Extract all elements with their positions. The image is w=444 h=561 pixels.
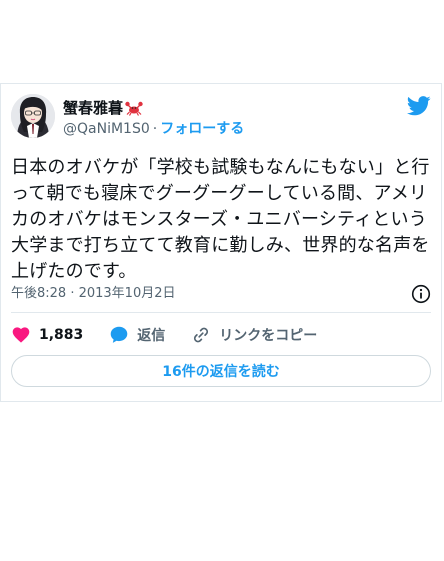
like-count: 1,883 <box>39 327 84 343</box>
handle-row: @QaNiM1S0 · フォローする <box>63 120 244 138</box>
reply-label: 返信 <box>137 328 166 344</box>
author-info: 蟹春雅暮 @QaNiM1S0 · フォローする <box>63 98 244 138</box>
copy-link-label: リンクをコピー <box>219 328 318 344</box>
reply-button[interactable]: 返信 <box>109 325 165 345</box>
info-icon[interactable] <box>411 284 431 304</box>
author-handle[interactable]: @QaNiM1S0 <box>63 121 150 137</box>
author-display-name: 蟹春雅暮 <box>63 99 124 117</box>
twitter-bird-icon[interactable] <box>407 96 431 116</box>
copy-link-button[interactable]: リンクをコピー <box>191 325 317 345</box>
tweet-text: 日本のオバケが「学校も試験もなんにもない」と行って朝でも寝床でグーグーグーしてい… <box>11 157 430 282</box>
like-button[interactable]: 1,883 <box>11 325 83 345</box>
link-icon <box>194 327 209 343</box>
follow-button[interactable]: フォローする <box>160 121 244 137</box>
crab-icon <box>125 101 143 116</box>
tweet-card: 蟹春雅暮 @QaNiM1S0 · フォローする 日本のオバケが「学校も試験もなんにも… <box>0 83 442 402</box>
heart-icon <box>12 327 30 343</box>
author-display-name-row[interactable]: 蟹春雅暮 <box>63 98 244 118</box>
avatar[interactable] <box>11 94 55 138</box>
avatar-illustration <box>11 94 55 138</box>
reply-bubble-icon <box>110 326 128 343</box>
divider <box>11 312 431 313</box>
tweet-timestamp[interactable]: 午後8:28 · 2013年10月2日 <box>11 286 176 301</box>
read-replies-button[interactable]: 16件の返信を読む <box>11 355 431 387</box>
separator-dot: · <box>152 121 158 137</box>
tweet-header: 蟹春雅暮 @QaNiM1S0 · フォローする <box>11 94 431 142</box>
tweet-actions: 1,883 返信 リンクをコピー <box>11 324 431 346</box>
timestamp-row: 午後8:28 · 2013年10月2日 <box>11 284 431 304</box>
